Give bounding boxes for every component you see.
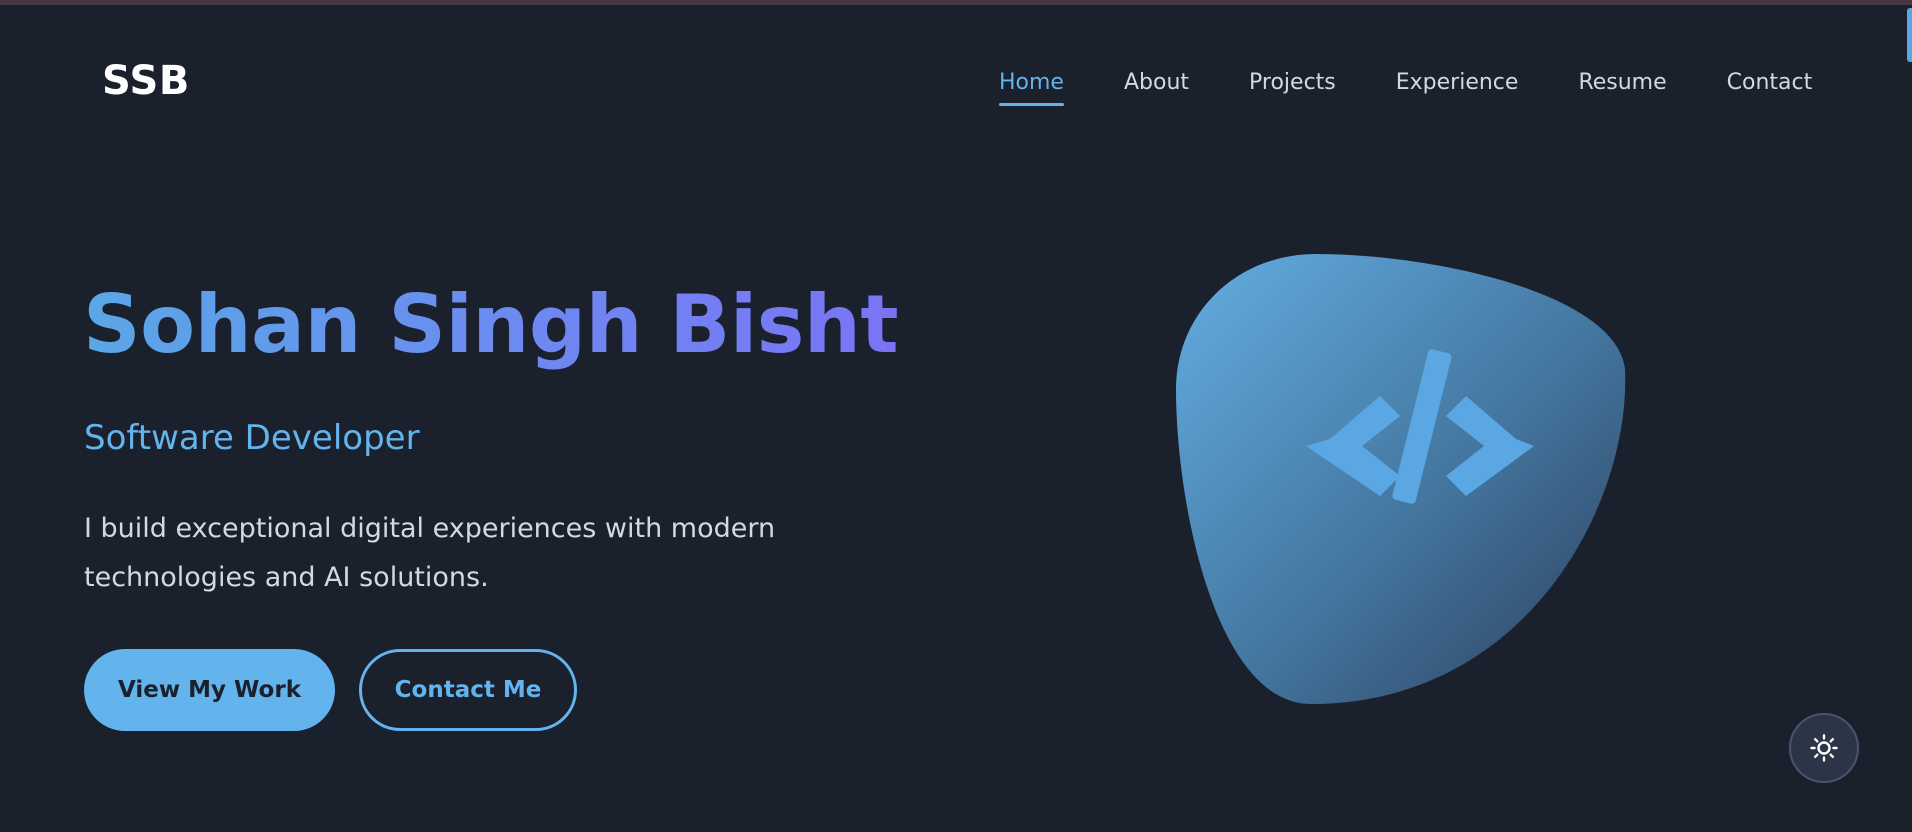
nav-link-home[interactable]: Home bbox=[999, 63, 1064, 106]
hero-illustration bbox=[1176, 254, 1626, 704]
nav-link-experience[interactable]: Experience bbox=[1396, 63, 1519, 103]
hero-role: Software Developer bbox=[84, 418, 420, 458]
contact-me-button[interactable]: Contact Me bbox=[359, 649, 577, 731]
theme-toggle-button[interactable] bbox=[1789, 713, 1859, 783]
nav-link-about[interactable]: About bbox=[1124, 63, 1189, 103]
nav-links: Home About Projects Experience Resume Co… bbox=[999, 63, 1813, 106]
site-logo[interactable]: SSB bbox=[102, 55, 190, 107]
nav-link-projects[interactable]: Projects bbox=[1249, 63, 1336, 103]
sun-icon bbox=[1810, 734, 1838, 762]
view-my-work-button[interactable]: View My Work bbox=[84, 649, 335, 731]
nav-link-contact[interactable]: Contact bbox=[1727, 63, 1813, 103]
navbar: SSB Home About Projects Experience Resum… bbox=[0, 5, 1912, 145]
hero-name: Sohan Singh Bisht bbox=[83, 275, 899, 375]
nav-link-resume[interactable]: Resume bbox=[1578, 63, 1666, 103]
hero-description: I build exceptional digital experiences … bbox=[84, 513, 776, 593]
